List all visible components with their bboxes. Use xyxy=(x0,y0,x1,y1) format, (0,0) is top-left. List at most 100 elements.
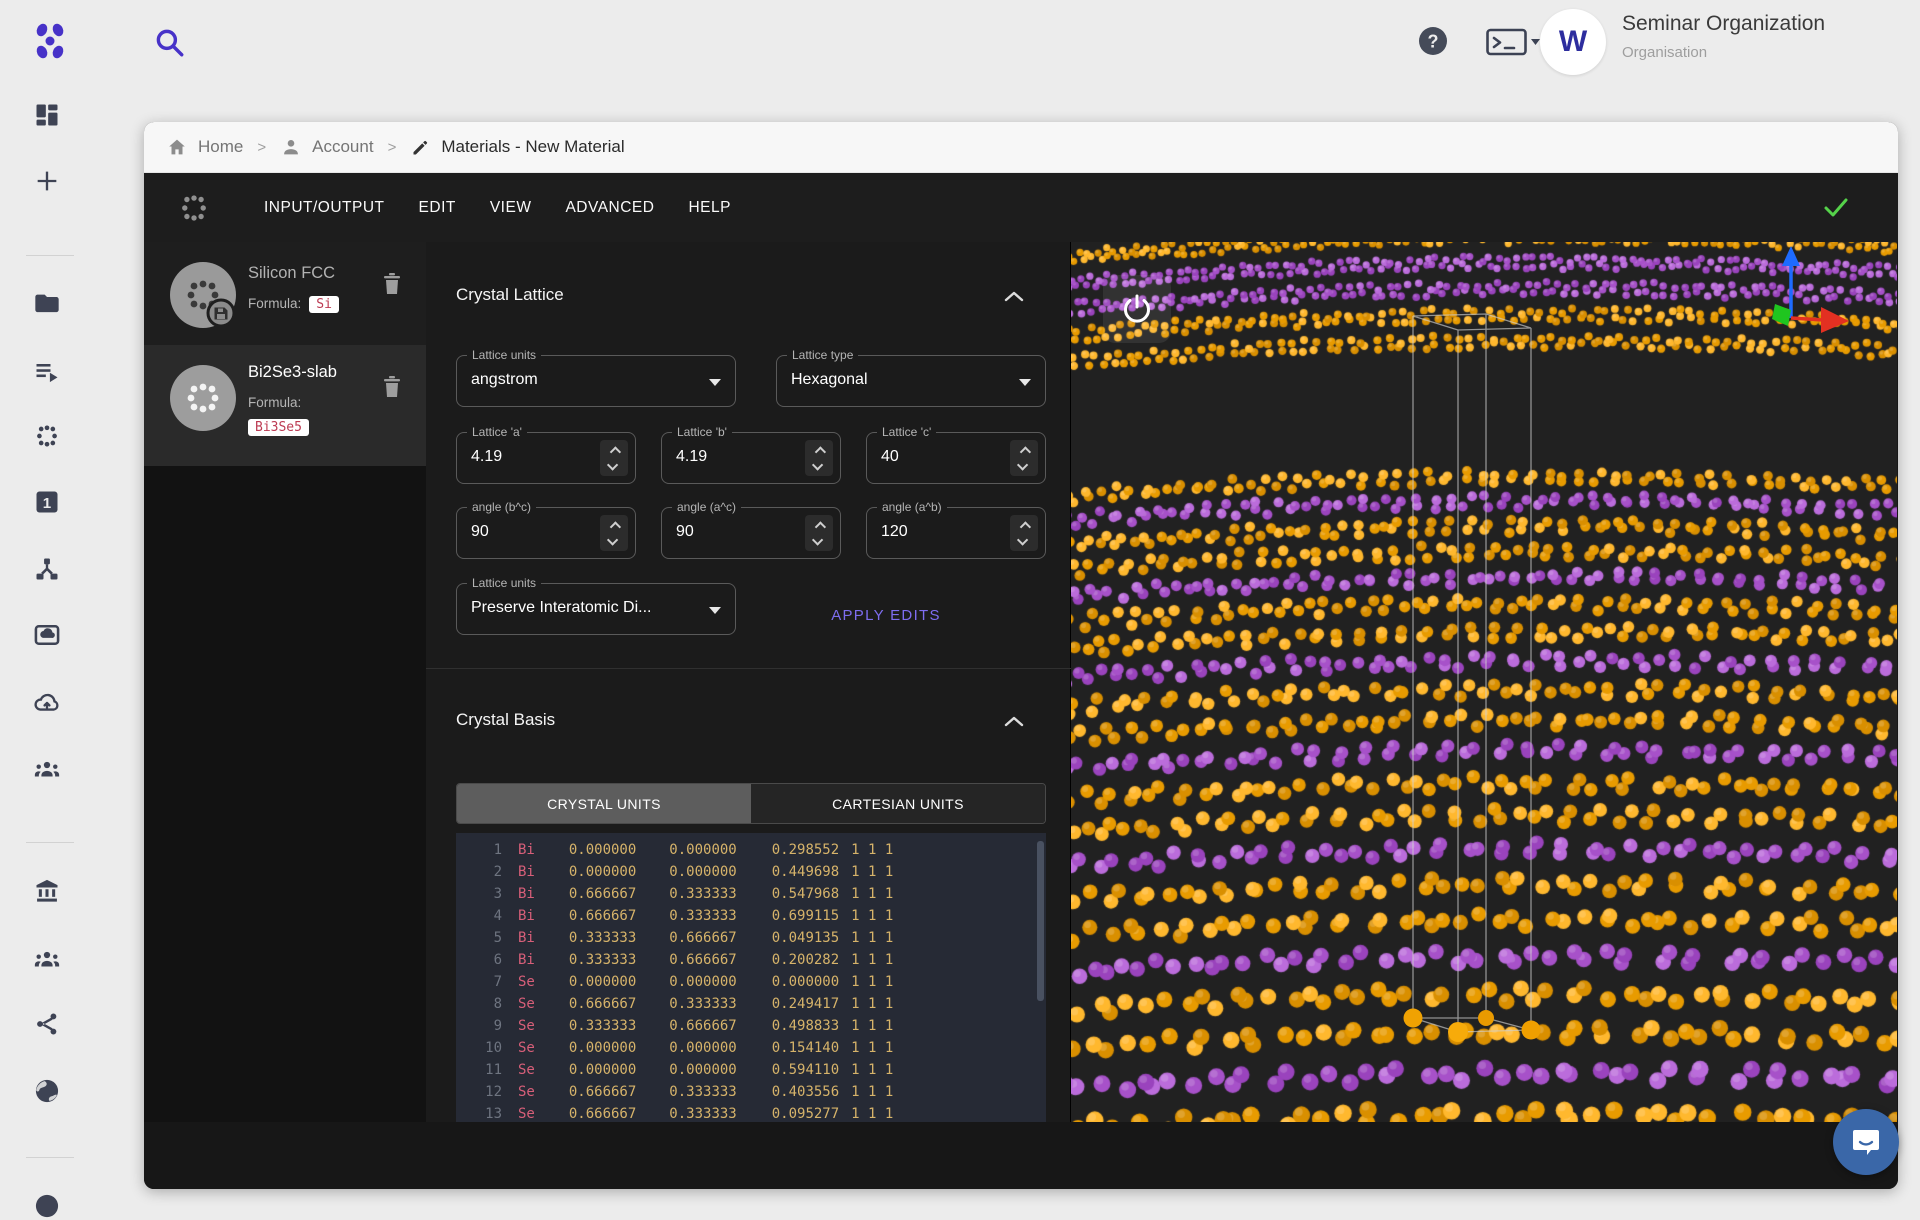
breadcrumb-current-page[interactable]: Materials - New Material xyxy=(410,137,624,158)
basis-row[interactable]: 11Se0.0000000.0000000.5941101 1 1 xyxy=(456,1059,1046,1081)
rail-divider xyxy=(26,255,74,256)
lattice-b-input[interactable]: Lattice 'b' 4.19 xyxy=(661,432,841,484)
menu-view[interactable]: VIEW xyxy=(473,189,549,227)
chevron-down-icon xyxy=(709,379,721,386)
basis-row[interactable]: 12Se0.6666670.3333330.4035561 1 1 xyxy=(456,1081,1046,1103)
number-stepper[interactable] xyxy=(1010,440,1038,476)
rail-divider xyxy=(26,1157,74,1158)
groups-icon[interactable] xyxy=(33,755,61,783)
number-stepper[interactable] xyxy=(600,515,628,551)
org-info[interactable]: Seminar Organization Organisation xyxy=(1622,12,1825,61)
angle-ac-input[interactable]: angle (a^c) 90 xyxy=(661,507,841,559)
collapse-lattice-icon[interactable] xyxy=(1004,290,1024,302)
playlist-play-icon[interactable] xyxy=(33,357,61,385)
axis-z-arrow xyxy=(1782,246,1800,266)
structure-3d-viewport[interactable] xyxy=(1071,242,1897,1122)
breadcrumb-separator: > xyxy=(257,139,266,156)
menu-help[interactable]: HELP xyxy=(671,189,748,227)
dashboard-icon[interactable] xyxy=(33,101,61,129)
molecule-icon[interactable] xyxy=(33,422,61,450)
jobs-one-icon[interactable]: 1 xyxy=(33,488,61,516)
basis-row[interactable]: 6Bi0.3333330.6666670.2002821 1 1 xyxy=(456,949,1046,971)
material-avatar xyxy=(168,363,238,433)
number-stepper[interactable] xyxy=(805,515,833,551)
materials-designer-window: Home > Account > Materials - New Materia… xyxy=(144,122,1898,1189)
axes-gizmo[interactable] xyxy=(1731,242,1891,352)
lattice-type-select[interactable]: Lattice type Hexagonal xyxy=(776,355,1046,407)
card-bottom-strip xyxy=(144,1122,1898,1189)
number-stepper[interactable] xyxy=(600,440,628,476)
avatar[interactable]: W xyxy=(1540,9,1606,75)
image-library-icon[interactable] xyxy=(33,621,61,649)
edit-mode-select[interactable]: Lattice units Preserve Interatomic Di... xyxy=(456,583,736,635)
chat-fab[interactable] xyxy=(1833,1109,1899,1175)
saved-check-icon xyxy=(1822,195,1850,219)
basis-row[interactable]: 9Se0.3333330.6666670.4988331 1 1 xyxy=(456,1015,1046,1037)
angle-bc-input[interactable]: angle (b^c) 90 xyxy=(456,507,636,559)
breadcrumb: Home > Account > Materials - New Materia… xyxy=(144,122,1898,173)
delete-material-icon[interactable] xyxy=(380,270,404,296)
team-icon[interactable] xyxy=(33,945,61,973)
crystal-basis-title: Crystal Basis xyxy=(456,710,555,730)
delete-material-icon[interactable] xyxy=(380,373,404,399)
editor-menubar: INPUT/OUTPUT EDIT VIEW ADVANCED HELP xyxy=(144,173,1898,242)
formula-chip: Bi3Se5 xyxy=(248,419,309,436)
breadcrumb-home[interactable]: Home xyxy=(166,136,243,158)
menu-items: INPUT/OUTPUT EDIT VIEW ADVANCED HELP xyxy=(247,189,748,227)
menu-edit[interactable]: EDIT xyxy=(402,189,473,227)
cloud-upload-icon[interactable] xyxy=(33,688,61,716)
crystal-editor-panel: Crystal Lattice Lattice units angstrom L… xyxy=(426,242,1071,1122)
apply-edits-button[interactable]: APPLY EDITS xyxy=(796,599,976,632)
console-dropdown-icon[interactable] xyxy=(1486,27,1542,57)
basis-row[interactable]: 2Bi0.0000000.0000000.4496981 1 1 xyxy=(456,861,1046,883)
basis-row[interactable]: 4Bi0.6666670.3333330.6991151 1 1 xyxy=(456,905,1046,927)
basis-table-scrollbar[interactable] xyxy=(1037,841,1044,1001)
left-rail: 1 xyxy=(0,0,117,1200)
chat-bubble-icon xyxy=(1849,1125,1883,1159)
basis-table[interactable]: 1Bi0.0000000.0000000.2985521 1 12Bi0.000… xyxy=(456,833,1046,1122)
rail-divider xyxy=(26,842,74,843)
basis-row[interactable]: 3Bi0.6666670.3333330.5479681 1 1 xyxy=(456,883,1046,905)
basis-row[interactable]: 1Bi0.0000000.0000000.2985521 1 1 xyxy=(456,839,1046,861)
folder-icon[interactable] xyxy=(33,290,61,318)
svg-text:1: 1 xyxy=(43,495,51,512)
bank-icon[interactable] xyxy=(33,877,61,905)
lattice-a-input[interactable]: Lattice 'a' 4.19 xyxy=(456,432,636,484)
basis-row[interactable]: 10Se0.0000000.0000000.1541401 1 1 xyxy=(456,1037,1046,1059)
power-button[interactable] xyxy=(1103,275,1171,343)
collapse-basis-icon[interactable] xyxy=(1004,715,1024,727)
lattice-units-select[interactable]: Lattice units angstrom xyxy=(456,355,736,407)
breadcrumb-account[interactable]: Account xyxy=(280,136,373,158)
power-icon xyxy=(1119,291,1155,327)
basis-row[interactable]: 13Se0.6666670.3333330.0952771 1 1 xyxy=(456,1103,1046,1122)
help-icon[interactable]: ? xyxy=(1417,25,1449,57)
menu-advanced[interactable]: ADVANCED xyxy=(548,189,671,227)
home-icon xyxy=(166,136,188,158)
cell-corner-atoms xyxy=(1404,1009,1541,1043)
menu-input-output[interactable]: INPUT/OUTPUT xyxy=(247,189,402,227)
globe-icon[interactable] xyxy=(33,1077,61,1105)
axis-x-arrow xyxy=(1821,307,1849,333)
globe-secondary-icon[interactable] xyxy=(33,1192,61,1220)
basis-row[interactable]: 7Se0.0000000.0000000.0000001 1 1 xyxy=(456,971,1046,993)
chevron-down-icon xyxy=(709,607,721,614)
number-stepper[interactable] xyxy=(1010,515,1038,551)
number-stepper[interactable] xyxy=(805,440,833,476)
share-icon[interactable] xyxy=(33,1010,61,1038)
add-icon[interactable] xyxy=(33,167,61,195)
basis-row[interactable]: 8Se0.6666670.3333330.2494171 1 1 xyxy=(456,993,1046,1015)
section-divider xyxy=(426,668,1071,669)
formula-chip: Si xyxy=(309,296,339,313)
org-type: Organisation xyxy=(1622,44,1825,61)
search-icon[interactable] xyxy=(152,25,186,59)
chevron-down-icon xyxy=(1019,379,1031,386)
tab-cartesian-units[interactable]: CARTESIAN UNITS xyxy=(751,784,1045,823)
tab-crystal-units[interactable]: CRYSTAL UNITS xyxy=(457,784,751,823)
material-item-bi2se3-slab[interactable]: Bi2Se3-slab Formula: Bi3Se5 xyxy=(144,345,426,466)
angle-ab-input[interactable]: angle (a^b) 120 xyxy=(866,507,1046,559)
basis-row[interactable]: 5Bi0.3333330.6666670.0491351 1 1 xyxy=(456,927,1046,949)
material-item-silicon-fcc[interactable]: Silicon FCC Formula:Si xyxy=(144,242,426,345)
materials-list-panel: Silicon FCC Formula:Si xyxy=(144,242,426,1122)
lattice-c-input[interactable]: Lattice 'c' 40 xyxy=(866,432,1046,484)
workflow-hub-icon[interactable] xyxy=(33,555,61,583)
